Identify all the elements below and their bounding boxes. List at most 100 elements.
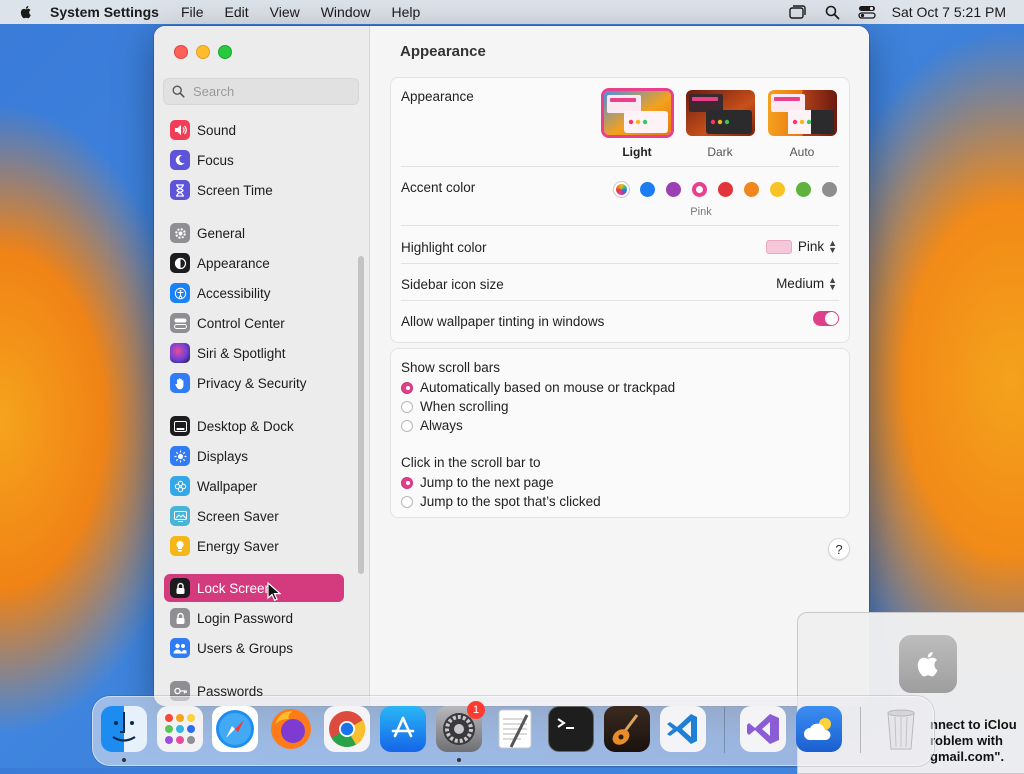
sidebar-item-label: Screen Time bbox=[197, 182, 273, 198]
sidebar-item-accessibility[interactable]: Accessibility bbox=[164, 279, 344, 307]
sidebar-item-energy-saver[interactable]: Energy Saver bbox=[164, 532, 344, 560]
radio-scroll-auto[interactable]: Automatically based on mouse or trackpad bbox=[401, 380, 675, 395]
sidebar-item-desktop-dock[interactable]: Desktop & Dock bbox=[164, 412, 344, 440]
sidebar-item-label: Wallpaper bbox=[197, 478, 258, 494]
menu-file[interactable]: File bbox=[181, 4, 204, 20]
accent-red[interactable] bbox=[718, 182, 733, 197]
menu-view[interactable]: View bbox=[270, 4, 300, 20]
finder-icon[interactable] bbox=[101, 706, 147, 752]
radio-button[interactable] bbox=[401, 476, 413, 489]
radio-scroll-always[interactable]: Always bbox=[401, 418, 463, 433]
control-center-icon[interactable] bbox=[857, 5, 876, 19]
accent-multicolor[interactable] bbox=[614, 182, 629, 197]
wallpaper-tinting-label: Allow wallpaper tinting in windows bbox=[401, 314, 605, 329]
radio-jump-to-spot[interactable]: Jump to the spot that’s clicked bbox=[401, 494, 601, 509]
accent-blue[interactable] bbox=[640, 182, 655, 197]
garageband-icon[interactable] bbox=[604, 706, 650, 752]
search-field[interactable] bbox=[163, 78, 359, 105]
accent-purple[interactable] bbox=[666, 182, 681, 197]
sidebar-item-screen-time[interactable]: Screen Time bbox=[164, 176, 344, 204]
divider bbox=[401, 225, 839, 226]
window-controls bbox=[174, 45, 232, 59]
sidebar-item-label: Siri & Spotlight bbox=[197, 345, 286, 361]
textedit-icon[interactable] bbox=[492, 706, 538, 752]
screen-saver-icon bbox=[170, 506, 190, 526]
accent-yellow[interactable] bbox=[770, 182, 785, 197]
sidebar-item-screen-saver[interactable]: Screen Saver bbox=[164, 502, 344, 530]
radio-button[interactable] bbox=[401, 419, 413, 432]
radio-label: Automatically based on mouse or trackpad bbox=[420, 380, 676, 395]
sidebar-item-privacy-security[interactable]: Privacy & Security bbox=[164, 369, 344, 397]
hand-icon bbox=[170, 373, 190, 393]
icloud-icon[interactable] bbox=[796, 706, 842, 752]
appearance-option-light[interactable] bbox=[601, 88, 674, 138]
sidebar-item-login-password[interactable]: Login Password bbox=[164, 604, 344, 632]
sidebar-scrollbar[interactable] bbox=[358, 256, 364, 574]
flower-icon bbox=[170, 476, 190, 496]
sidebar-item-sound[interactable]: Sound bbox=[164, 116, 344, 144]
spotlight-search-icon[interactable] bbox=[825, 5, 840, 20]
apple-menu-icon[interactable] bbox=[18, 4, 34, 20]
wallpaper-tinting-toggle[interactable] bbox=[813, 311, 839, 326]
sidebar-item-lock-screen[interactable]: Lock Screen bbox=[164, 574, 344, 602]
radio-button[interactable] bbox=[401, 381, 413, 394]
apple-logo-icon bbox=[899, 635, 957, 693]
trash-icon[interactable] bbox=[878, 706, 924, 752]
accent-orange[interactable] bbox=[744, 182, 759, 197]
app-store-icon[interactable] bbox=[380, 706, 426, 752]
minimize-button[interactable] bbox=[196, 45, 210, 59]
sidebar-item-label: Privacy & Security bbox=[197, 375, 307, 391]
sidebar-item-wallpaper[interactable]: Wallpaper bbox=[164, 472, 344, 500]
highlight-value: Pink bbox=[797, 239, 825, 254]
menu-window[interactable]: Window bbox=[321, 4, 371, 20]
menu-app-name[interactable]: System Settings bbox=[50, 4, 159, 20]
appearance-light-label[interactable]: Light bbox=[602, 145, 672, 159]
radio-button[interactable] bbox=[401, 400, 413, 413]
help-button[interactable]: ? bbox=[828, 538, 850, 560]
accent-green[interactable] bbox=[796, 182, 811, 197]
accent-graphite[interactable] bbox=[822, 182, 837, 197]
radio-jump-next-page[interactable]: Jump to the next page bbox=[401, 475, 554, 490]
appearance-label: Appearance bbox=[401, 89, 474, 104]
appearance-auto-label[interactable]: Auto bbox=[767, 145, 837, 159]
sidebar-item-siri-spotlight[interactable]: Siri & Spotlight bbox=[164, 339, 344, 367]
gear-icon bbox=[170, 223, 190, 243]
launchpad-icon[interactable] bbox=[157, 706, 203, 752]
highlight-color-popup[interactable]: Pink ▲ ▼ bbox=[765, 238, 837, 254]
appearance-dark-label[interactable]: Dark bbox=[685, 145, 755, 159]
accessibility-icon bbox=[170, 283, 190, 303]
sidebar-item-users-groups[interactable]: Users & Groups bbox=[164, 634, 344, 662]
zoom-button[interactable] bbox=[218, 45, 232, 59]
appearance-option-dark[interactable] bbox=[686, 90, 755, 136]
visual-studio-icon[interactable] bbox=[740, 706, 786, 752]
sidebar-item-focus[interactable]: Focus bbox=[164, 146, 344, 174]
safari-icon[interactable] bbox=[212, 706, 258, 752]
radio-label: Jump to the next page bbox=[420, 475, 554, 490]
notification-line: roblem with bbox=[930, 733, 1003, 748]
sidebar-icon-size-label: Sidebar icon size bbox=[401, 277, 504, 292]
menu-edit[interactable]: Edit bbox=[225, 4, 249, 20]
menu-bar: System Settings File Edit View Window He… bbox=[0, 0, 1024, 24]
menu-clock[interactable]: Sat Oct 7 5:21 PM bbox=[892, 4, 1006, 20]
sidebar-item-general[interactable]: General bbox=[164, 219, 344, 247]
firefox-icon[interactable] bbox=[268, 706, 314, 752]
close-button[interactable] bbox=[174, 45, 188, 59]
divider bbox=[401, 300, 839, 301]
appearance-option-auto[interactable] bbox=[768, 90, 837, 136]
vscode-icon[interactable] bbox=[660, 706, 706, 752]
notification-badge: 1 bbox=[467, 701, 485, 719]
radio-scroll-when-scrolling[interactable]: When scrolling bbox=[401, 399, 509, 414]
terminal-icon[interactable] bbox=[548, 706, 594, 752]
appearance-pane: Appearance Appearance Light Dark Auto Ac… bbox=[370, 26, 869, 706]
sidebar-item-displays[interactable]: Displays bbox=[164, 442, 344, 470]
sidebar-item-control-center[interactable]: Control Center bbox=[164, 309, 344, 337]
accent-pink[interactable] bbox=[692, 182, 707, 197]
sidebar-item-appearance[interactable]: Appearance bbox=[164, 249, 344, 277]
chrome-icon[interactable] bbox=[324, 706, 370, 752]
sidebar-list[interactable]: Sound Focus Screen Time General Appearan… bbox=[154, 116, 369, 706]
menu-help[interactable]: Help bbox=[392, 4, 421, 20]
search-input[interactable] bbox=[191, 83, 355, 100]
window-stack-icon[interactable] bbox=[788, 5, 807, 19]
sidebar-icon-size-popup[interactable]: Medium ▲ ▼ bbox=[776, 275, 837, 291]
radio-button[interactable] bbox=[401, 495, 413, 508]
